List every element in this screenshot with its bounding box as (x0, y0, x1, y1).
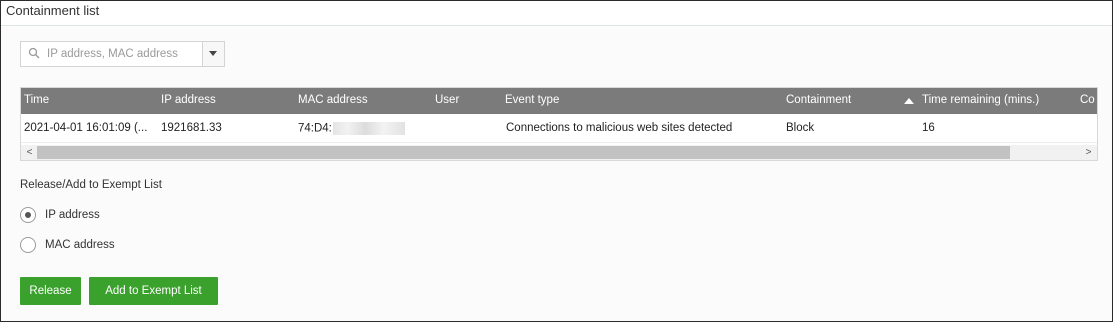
search-box[interactable]: IP address, MAC address (20, 41, 225, 67)
scroll-right-button[interactable]: > (1081, 146, 1096, 159)
search-input[interactable]: IP address, MAC address (47, 48, 178, 60)
column-event-type[interactable]: Event type (505, 94, 559, 106)
radio-button[interactable] (20, 237, 36, 253)
cell-mac-text: 74:D4: (298, 122, 332, 135)
column-time-remaining[interactable]: Time remaining (mins.) (922, 94, 1039, 106)
cell-mac: 74:D4: (298, 122, 405, 135)
search-filter-dropdown[interactable] (202, 42, 224, 66)
column-truncated[interactable]: Co (1080, 94, 1095, 106)
cell-event: Connections to malicious web sites detec… (506, 122, 733, 134)
table-header: Time IP address MAC address User Event t… (21, 88, 1097, 114)
containment-panel: Containment list IP address, MAC address… (0, 0, 1113, 322)
scroll-left-button[interactable]: < (22, 146, 37, 159)
containment-table: Time IP address MAC address User Event t… (20, 87, 1098, 161)
column-time[interactable]: Time (24, 94, 49, 106)
horizontal-scrollbar[interactable]: < > (21, 145, 1097, 160)
release-section-label: Release/Add to Exempt List (20, 179, 162, 191)
search-icon (28, 47, 40, 59)
sort-ascending-icon[interactable] (904, 98, 914, 104)
release-button[interactable]: Release (20, 277, 81, 305)
panel-header: Containment list (1, 1, 1112, 26)
cell-time: 2021-04-01 16:01:09 (... (24, 122, 148, 134)
radio-button-selected[interactable] (20, 207, 36, 223)
chevron-down-icon (209, 51, 217, 56)
column-ip-address[interactable]: IP address (161, 94, 216, 106)
cell-ip: 1921681.33 (161, 122, 222, 134)
panel-title: Containment list (6, 3, 100, 18)
column-containment[interactable]: Containment (786, 94, 851, 106)
column-user[interactable]: User (435, 94, 459, 106)
scrollbar-thumb[interactable] (37, 146, 1010, 159)
add-to-exempt-list-button[interactable]: Add to Exempt List (89, 277, 218, 305)
cell-containment: Block (786, 122, 815, 134)
radio-mac-label: MAC address (45, 239, 115, 251)
cell-time-remaining: 16 (922, 122, 935, 134)
redacted-mac (332, 122, 405, 135)
table-row[interactable]: 2021-04-01 16:01:09 (... 1921681.33 74:D… (21, 114, 1097, 143)
column-mac-address[interactable]: MAC address (298, 94, 368, 106)
radio-ip-label: IP address (45, 209, 100, 221)
